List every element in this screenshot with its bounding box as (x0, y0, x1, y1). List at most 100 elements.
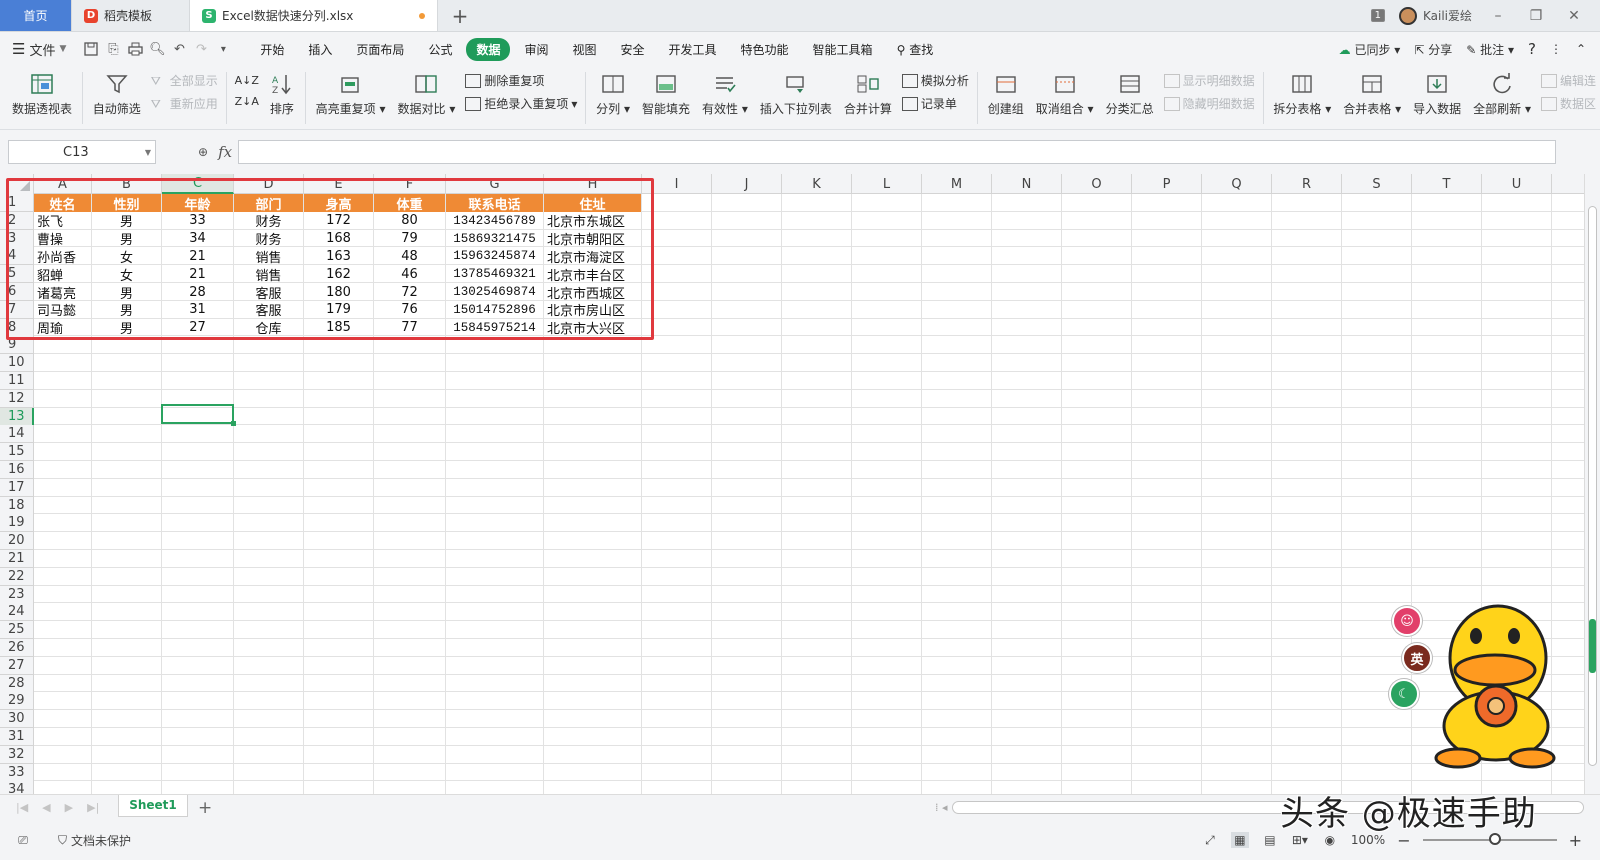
tab-home[interactable]: 首页 (0, 0, 72, 31)
row-header-24[interactable]: 24 (0, 603, 34, 622)
user-name[interactable]: Kaili爱绘 (1423, 7, 1472, 24)
data-compare-button[interactable]: 数据对比 ▾ (391, 66, 461, 117)
row-header-19[interactable]: 19 (0, 514, 34, 533)
spreadsheet-grid[interactable]: ABCDEFGHIJKLMNOPQRSTU 1 2 3 4 5 6 7 8 9 10 11 12 13 1… (0, 174, 1600, 794)
smart-fill-button[interactable]: 智能填充 (636, 66, 696, 117)
column-header-p[interactable]: P (1132, 174, 1202, 194)
zoom-slider[interactable] (1422, 833, 1557, 845)
quick-access-dropdown-icon[interactable]: ▾ (212, 39, 234, 59)
edit-links-button[interactable]: 编辑连 (1540, 72, 1596, 89)
zoom-formula-icon[interactable]: ⊕ (198, 145, 208, 159)
row-header-12[interactable]: 12 (0, 389, 34, 408)
macro-record-icon[interactable]: ⎚ (14, 832, 32, 848)
column-header-l[interactable]: L (852, 174, 922, 194)
sort-button[interactable]: AZ 排序 (263, 66, 301, 117)
name-box[interactable]: C13 ▼ (8, 140, 156, 164)
column-header-m[interactable]: M (922, 174, 992, 194)
row-header-18[interactable]: 18 (0, 496, 34, 515)
sort-ascending-icon[interactable]: A↓Z (235, 74, 259, 87)
more-icon[interactable]: ⋮ (1550, 42, 1562, 56)
comment-button[interactable]: ✎ 批注 ▾ (1466, 41, 1514, 58)
refresh-all-button[interactable]: 全部刷新 ▾ (1467, 66, 1537, 117)
row-header-27[interactable]: 27 (0, 656, 34, 675)
export-pdf-icon[interactable]: ⎘ (102, 39, 124, 59)
row-header-20[interactable]: 20 (0, 532, 34, 551)
prev-sheet-icon[interactable]: ◀ (42, 801, 50, 814)
reject-duplicates-button[interactable]: 拒绝录入重复项 ▾ (465, 95, 577, 112)
menu-data[interactable]: 数据 (466, 37, 511, 61)
row-header-26[interactable]: 26 (0, 639, 34, 657)
row-header-25[interactable]: 25 (0, 621, 34, 640)
file-menu[interactable]: ☰ 文件 ▼ (12, 40, 66, 59)
auto-filter-button[interactable]: 自动筛选 (87, 66, 147, 117)
row-header-14[interactable]: 14 (0, 425, 34, 444)
hide-detail-button[interactable]: 隐藏明细数据 (1163, 95, 1255, 112)
menu-smart-tools[interactable]: 智能工具箱 (803, 38, 883, 61)
last-sheet-icon[interactable]: ▶| (87, 801, 99, 814)
subtotal-button[interactable]: 分类汇总 (1100, 66, 1160, 117)
page-break-view-icon[interactable]: ▤ (1261, 832, 1279, 848)
menu-special[interactable]: 特色功能 (731, 38, 799, 61)
row-header-10[interactable]: 10 (0, 354, 34, 373)
row-header-33[interactable]: 33 (0, 763, 34, 782)
ungroup-button[interactable]: 取消组合 ▾ (1030, 66, 1100, 117)
window-count-badge[interactable]: 1 (1370, 9, 1385, 22)
tab-file[interactable]: S Excel数据快速分列.xlsx (190, 0, 438, 31)
close-icon[interactable]: ✕ (1562, 8, 1586, 24)
record-form-button[interactable]: 记录单 (901, 95, 969, 112)
highlight-duplicates-button[interactable]: 高亮重复项 ▾ (310, 66, 392, 117)
night-mode-button[interactable]: ☾ (1389, 679, 1419, 709)
validity-button[interactable]: 有效性 ▾ (696, 66, 754, 117)
show-detail-button[interactable]: 显示明细数据 (1163, 72, 1255, 89)
data-source-button[interactable]: 数据区 (1540, 95, 1596, 112)
emoji-float-button[interactable]: ☺ (1392, 606, 1422, 636)
sheet-tab-sheet1[interactable]: Sheet1 (118, 794, 188, 817)
next-sheet-icon[interactable]: ▶ (65, 801, 73, 814)
print-icon[interactable] (124, 39, 146, 59)
zoom-in-button[interactable]: + (1569, 831, 1582, 850)
merge-calc-button[interactable]: 合并计算 (838, 66, 898, 117)
column-header-o[interactable]: O (1062, 174, 1132, 194)
row-header-34[interactable]: 34 (0, 781, 34, 794)
share-button[interactable]: ⇱ 分享 (1414, 41, 1452, 58)
row-header-16[interactable]: 16 (0, 461, 34, 479)
undo-icon[interactable]: ↶ (168, 39, 190, 59)
menu-security[interactable]: 安全 (611, 38, 655, 61)
remove-duplicates-button[interactable]: 删除重复项 (465, 72, 577, 89)
save-icon[interactable] (80, 39, 102, 59)
row-header-28[interactable]: 28 (0, 674, 34, 693)
formula-input[interactable] (238, 140, 1556, 164)
column-header-q[interactable]: Q (1202, 174, 1272, 194)
pivot-table-button[interactable]: 数据透视表 (6, 66, 78, 117)
menu-formula[interactable]: 公式 (418, 38, 462, 61)
collapse-ribbon-icon[interactable]: ⌃ (1576, 42, 1586, 56)
column-header-t[interactable]: T (1412, 174, 1482, 194)
fullscreen-icon[interactable]: ⤢ (1201, 832, 1219, 848)
row-header-31[interactable]: 31 (0, 728, 34, 746)
redo-icon[interactable]: ↷ (190, 39, 212, 59)
document-protection[interactable]: ⛉ 文档未保护 (58, 832, 131, 849)
scroll-split-icon[interactable]: ⁞ ◂ (935, 801, 948, 814)
menu-insert[interactable]: 插入 (298, 38, 342, 61)
search-button[interactable]: ⚲ 查找 (887, 38, 944, 61)
simulate-analysis-button[interactable]: 模拟分析 (901, 72, 969, 89)
row-header-21[interactable]: 21 (0, 550, 34, 568)
vertical-scrollbar[interactable] (1584, 174, 1600, 794)
insert-dropdown-button[interactable]: 插入下拉列表 (754, 66, 838, 117)
show-all-button[interactable]: ⛛ 全部显示 (151, 72, 218, 89)
split-table-button[interactable]: 拆分表格 ▾ (1267, 66, 1337, 117)
menu-developer[interactable]: 开发工具 (659, 38, 727, 61)
zoom-level[interactable]: 100% (1351, 833, 1385, 847)
vertical-scroll-thumb[interactable] (1588, 206, 1597, 766)
menu-home[interactable]: 开始 (250, 38, 294, 61)
print-preview-icon[interactable]: 🔍︎ (146, 39, 168, 59)
row-header-23[interactable]: 23 (0, 585, 34, 604)
row-header-30[interactable]: 30 (0, 710, 34, 729)
avatar[interactable] (1398, 6, 1417, 25)
first-sheet-icon[interactable]: |◀ (16, 801, 28, 814)
create-group-button[interactable]: 创建组 (982, 66, 1030, 117)
duck-mascot-icon[interactable] (1426, 594, 1564, 770)
sync-button[interactable]: ☁ 已同步 ▾ (1339, 41, 1401, 58)
split-column-button[interactable]: 分列 ▾ (590, 66, 636, 117)
column-header-n[interactable]: N (992, 174, 1062, 194)
